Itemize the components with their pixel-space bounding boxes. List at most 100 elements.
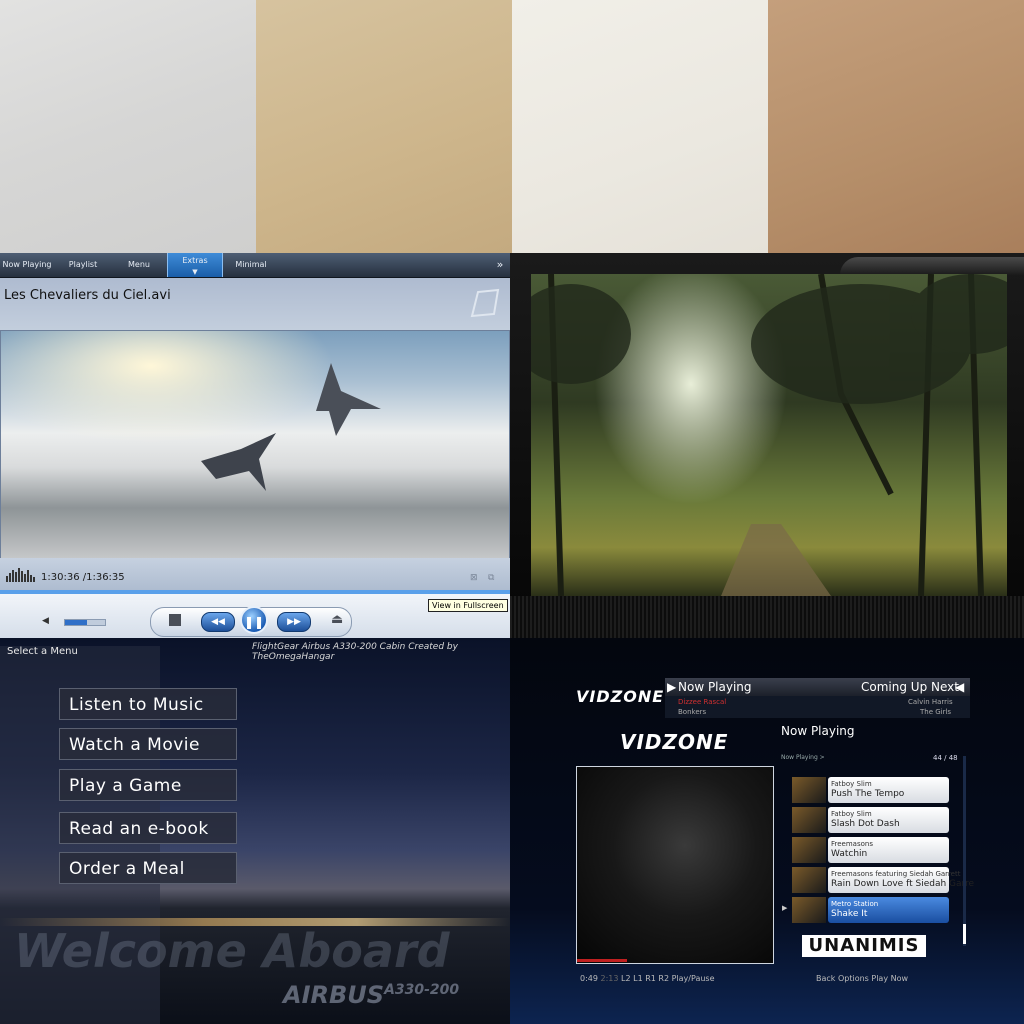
playlist-count: 44 / 48 [933,754,958,762]
coming-up-label: Coming Up Next [861,680,959,694]
watch-movie-button[interactable]: Watch a Movie [59,728,237,760]
equalizer-icon [6,568,35,582]
next-song: The Girls [920,708,952,716]
beige-texture-tile [256,0,512,253]
fullscreen-icon[interactable]: ⧉ [488,573,494,583]
track-card: Metro Station Shake It [828,897,949,923]
seek-bar[interactable] [0,590,510,594]
track-artist: Freemasons [831,840,873,848]
current-song: Bonkers [678,708,707,716]
select-menu-label: Select a Menu [7,646,78,657]
now-playing-bar: ▶ Now Playing Coming Up Next ◀ [665,678,970,696]
next-button[interactable]: ▶▶ [277,612,311,632]
track-artist: Freemasons featuring Siedah Garrett [831,870,961,878]
pause-button[interactable]: ❚❚ [240,606,268,634]
scrollbar-thumb[interactable] [963,924,966,944]
airbus-brand-name: AIRBUS [283,981,385,1009]
track-song: Rain Down Love ft Siedah Garre [831,879,975,889]
player-logo-icon [470,288,500,318]
action-hints: Back Options Play Now [816,974,909,983]
video-cover-art [576,766,774,964]
player-controls: ◀ ◀◀ ❚❚ ▶▶ ⏏ [0,590,510,640]
monitor-bezel-highlight [840,257,1024,275]
player-tab-bar: Now Playing Playlist Menu Extras ▼ Minim… [0,253,510,278]
previous-button[interactable]: ◀◀ [201,612,235,632]
track-thumbnail [792,897,826,923]
now-playing-details: Dizzee Rascal Bonkers Calvin Harris The … [665,696,970,718]
speaker-icon[interactable]: ◀ [42,616,49,626]
vidzone-logo-top: VIDZONE [576,687,665,706]
track-thumbnail [792,777,826,803]
controller-hints: L2 L1 R1 R2 Play/Pause [621,974,715,983]
current-artist: Dizzee Rascal [678,698,727,706]
stop-icon[interactable] [169,614,181,626]
resize-icon[interactable]: ⊠ [470,573,478,583]
tab-menu[interactable]: Menu [112,253,166,277]
player-status-bar: 1:30:36 /1:36:35 ⊠ ⧉ [0,558,510,590]
tan-texture-tile [768,0,1024,253]
playlist-breadcrumb: Now Playing > [781,754,825,761]
track-song: Push The Tempo [831,789,905,799]
track-thumbnail [792,867,826,893]
airbus-brand: AIRBUSA330-200 [283,981,459,1009]
tab-now-playing[interactable]: Now Playing [0,253,54,277]
playback-time: 1:30:36 /1:36:35 [41,572,125,583]
playlist-scrollbar[interactable] [963,756,966,946]
play-game-button[interactable]: Play a Game [59,769,237,801]
eject-icon[interactable]: ⏏ [331,612,343,627]
video-frame[interactable] [0,330,510,559]
track-item[interactable]: Freemasons featuring Siedah Garrett Rain … [792,867,974,893]
volume-fill [65,620,87,625]
now-playing-label: Now Playing [678,680,752,694]
elapsed-time: 0:49 [580,974,598,983]
track-item[interactable]: Fatboy Slim Push The Tempo [792,777,949,803]
volume-slider[interactable] [64,619,106,626]
track-thumbnail [792,837,826,863]
vidzone-logo-main: VIDZONE [620,730,729,754]
track-card: Fatboy Slim Slash Dot Dash [828,807,949,833]
total-time: 2:13 [600,974,619,983]
speaker-grill [510,596,1024,638]
vidzone-screen: VIDZONE ▶ Now Playing Coming Up Next ◀ D… [510,638,1024,1024]
forest-wallpaper [531,274,1007,596]
double-chevron-right-icon[interactable]: » [492,253,508,277]
track-song: Shake It [831,909,868,919]
listen-music-button[interactable]: Listen to Music [59,688,237,720]
read-ebook-button[interactable]: Read an e-book [59,812,237,844]
back-arrow-icon: ◀ [955,680,965,694]
tab-playlist[interactable]: Playlist [56,253,110,277]
fullscreen-tooltip: View in Fullscreen [428,599,508,612]
cream-texture-tile [512,0,768,253]
welcome-aboard-watermark: Welcome Aboard [14,924,450,978]
track-artist: Fatboy Slim [831,810,872,818]
track-thumbnail [792,807,826,833]
play-arrow-icon: ▶ [667,680,677,694]
white-texture-tile [0,0,256,253]
monitor-display [510,253,1024,638]
chevron-down-icon: ▼ [192,268,198,276]
airbus-model: A330-200 [384,982,460,998]
inflight-menu-screen: Select a Menu FlightGear Airbus A330-200… [0,638,510,1024]
track-item-selected[interactable]: Metro Station Shake It [792,897,949,923]
player-header: Les Chevaliers du Ciel.avi [0,278,510,330]
media-title: Les Chevaliers du Ciel.avi [4,288,171,303]
tab-extras-label: Extras [182,256,208,265]
track-card: Freemasons Watchin [828,837,949,863]
track-item[interactable]: Freemasons Watchin [792,837,949,863]
track-item[interactable]: Fatboy Slim Slash Dot Dash [792,807,949,833]
track-artist: Fatboy Slim [831,780,872,788]
media-player-window: Now Playing Playlist Menu Extras ▼ Minim… [0,253,510,640]
sponsor-logo: UNANIMIS [802,935,926,957]
track-song: Watchin [831,849,868,859]
forest-trees-image [531,274,1007,596]
tab-extras[interactable]: Extras ▼ [167,253,223,277]
next-artist: Calvin Harris [908,698,953,706]
selection-arrow-icon: ▶ [782,904,788,912]
order-meal-button[interactable]: Order a Meal [59,852,237,884]
playback-footer: 0:49 2:13 L2 L1 R1 R2 Play/Pause [580,974,715,983]
tab-minimal[interactable]: Minimal [224,253,278,277]
playlist-title: Now Playing [781,724,855,738]
video-progress-bar [577,959,627,962]
track-artist: Metro Station [831,900,879,908]
track-song: Slash Dot Dash [831,819,900,829]
